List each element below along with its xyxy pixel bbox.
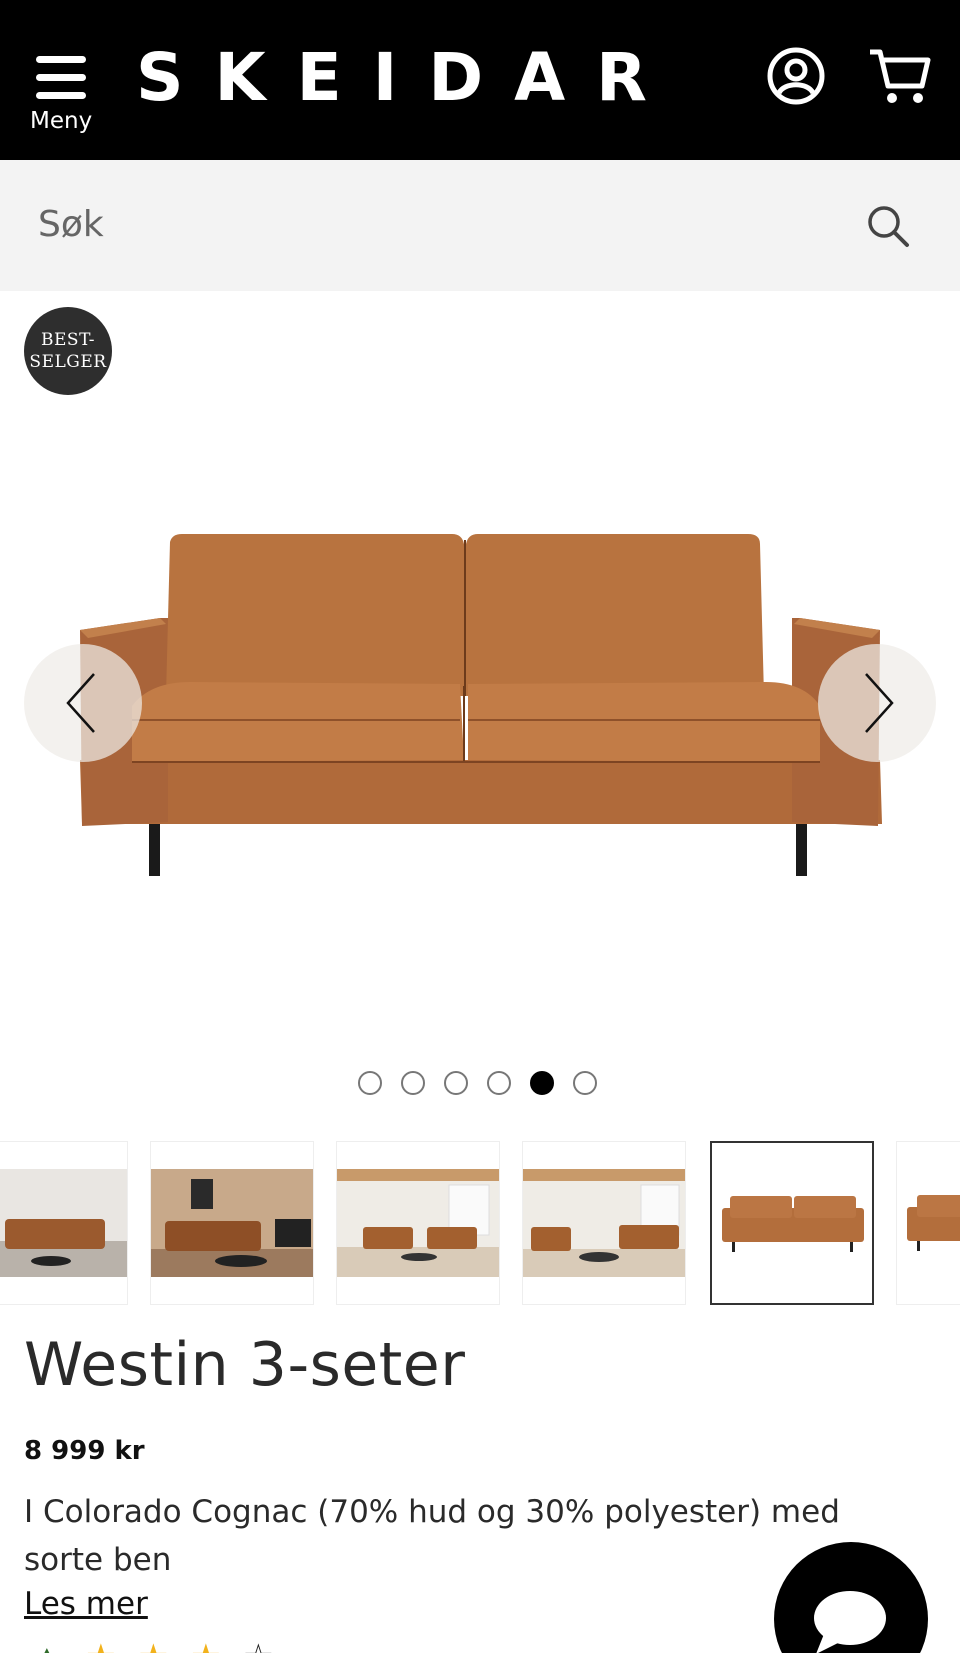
star-icon: ★ <box>86 1640 116 1653</box>
hamburger-icon-bar <box>36 92 86 99</box>
chevron-right-icon <box>865 673 894 733</box>
pagination-dot[interactable] <box>358 1071 382 1095</box>
leaf-icon: ▲ <box>30 1640 64 1653</box>
search-icon[interactable] <box>866 204 910 248</box>
product-image[interactable] <box>60 500 900 900</box>
star-icon: ★ <box>138 1640 168 1653</box>
bestseller-badge: BEST- SELGER <box>24 307 112 395</box>
chevron-left-icon <box>66 673 95 733</box>
user-circle-icon[interactable] <box>764 44 828 108</box>
menu-label: Meny <box>30 108 93 134</box>
pagination-dot-active[interactable] <box>530 1071 554 1095</box>
star-icon: ★ <box>191 1640 221 1653</box>
previous-image-button[interactable] <box>24 644 142 762</box>
search-input[interactable] <box>38 196 838 252</box>
hamburger-icon-bar <box>36 74 86 81</box>
shopping-cart-icon[interactable] <box>868 44 932 108</box>
product-title: Westin 3-seter <box>24 1330 466 1400</box>
product-description: I Colorado Cognac (70% hud og 30% polyes… <box>24 1494 840 1578</box>
thumbnail[interactable] <box>896 1141 960 1305</box>
rating-stars: ▲ ★ ★ ★ ☆ <box>30 1640 274 1653</box>
read-more-link[interactable]: Les mer <box>24 1586 148 1622</box>
search-bar <box>0 160 960 291</box>
site-header: Meny SKEIDAR <box>0 0 960 160</box>
pagination-dot[interactable] <box>444 1071 468 1095</box>
thumbnail-active[interactable] <box>710 1141 874 1305</box>
badge-line-2: SELGER <box>29 352 107 372</box>
badge-line-1: BEST- <box>41 330 95 350</box>
chat-button[interactable] <box>774 1542 928 1653</box>
thumbnail[interactable] <box>336 1141 500 1305</box>
next-image-button[interactable] <box>818 644 936 762</box>
thumbnail-strip <box>0 1141 960 1305</box>
thumbnail[interactable] <box>522 1141 686 1305</box>
image-pagination <box>358 1071 597 1095</box>
pagination-dot[interactable] <box>487 1071 511 1095</box>
star-icon: ☆ <box>243 1640 273 1653</box>
chat-bubble-icon <box>814 1591 886 1653</box>
pagination-dot[interactable] <box>573 1071 597 1095</box>
hamburger-icon <box>36 56 86 63</box>
menu-button[interactable]: Meny <box>28 50 94 140</box>
pagination-dot[interactable] <box>401 1071 425 1095</box>
thumbnail[interactable] <box>150 1141 314 1305</box>
product-price: 8 999 kr <box>24 1436 145 1466</box>
thumbnail[interactable] <box>0 1141 128 1305</box>
site-logo[interactable]: SKEIDAR <box>136 38 678 118</box>
